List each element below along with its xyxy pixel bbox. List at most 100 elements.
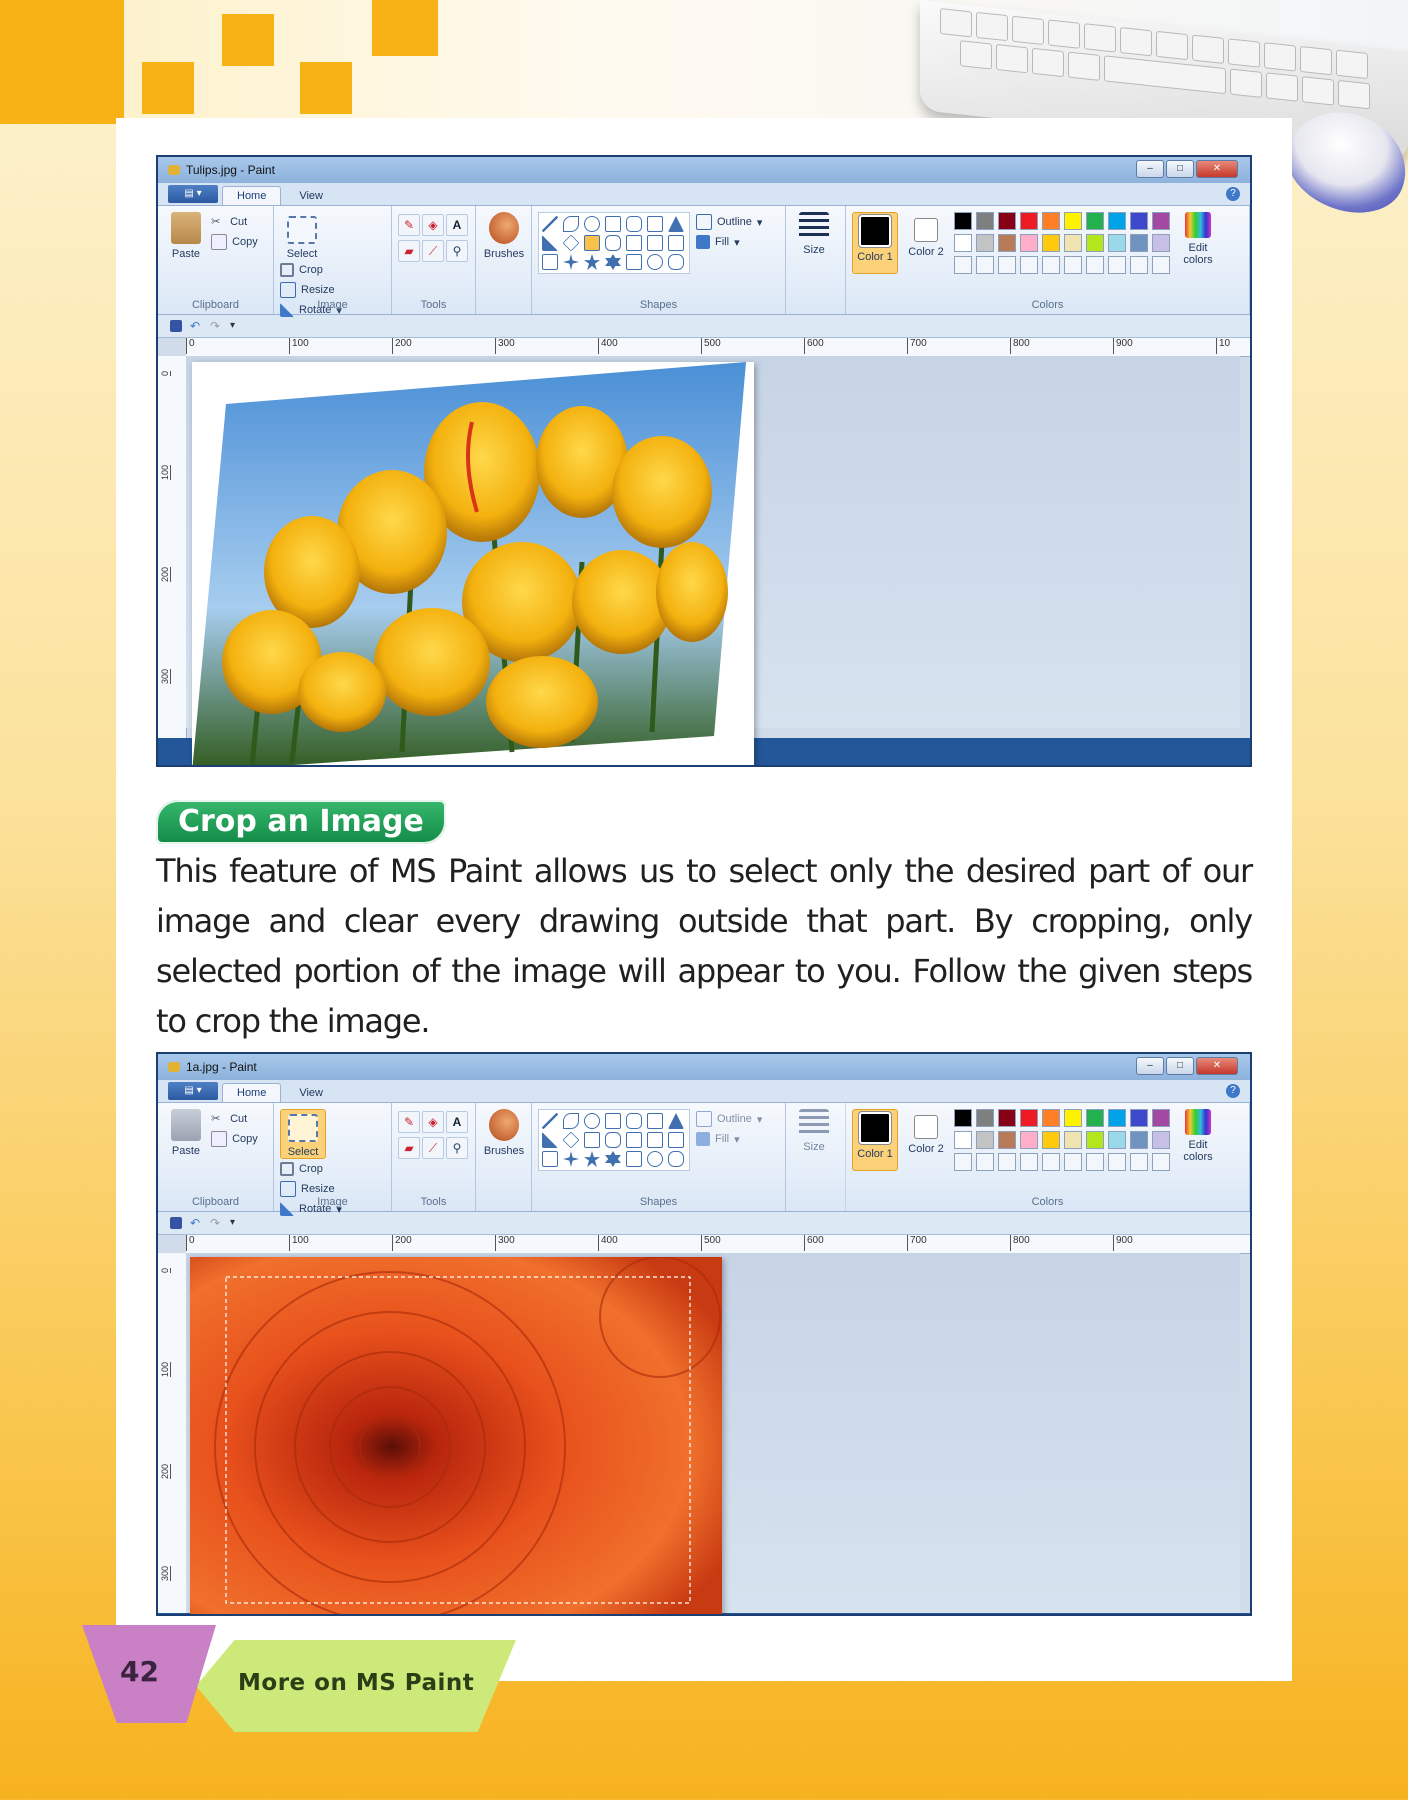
edit-colors-button[interactable]: Edit colors bbox=[1176, 1109, 1220, 1171]
empty-color-slot[interactable] bbox=[1108, 256, 1126, 274]
color-swatch[interactable] bbox=[976, 212, 994, 230]
color-swatch[interactable] bbox=[954, 234, 972, 252]
copy-button[interactable]: Copy bbox=[211, 1129, 258, 1149]
customize-qat-icon[interactable]: ▾ bbox=[230, 320, 242, 332]
fill-bucket-icon[interactable]: ◈ bbox=[422, 1111, 444, 1133]
tab-home[interactable]: Home bbox=[222, 186, 282, 205]
triangle-shape-icon[interactable] bbox=[668, 1113, 684, 1129]
paint-menu-button[interactable]: ▤ ▾ bbox=[168, 185, 218, 203]
color-swatch[interactable] bbox=[1042, 234, 1060, 252]
maximize-button[interactable]: □ bbox=[1166, 1057, 1194, 1075]
down-arrow-icon[interactable] bbox=[542, 254, 558, 270]
color-swatch[interactable] bbox=[976, 1131, 994, 1149]
crop-button[interactable]: Crop bbox=[280, 1159, 342, 1179]
curve-shape-icon[interactable] bbox=[563, 1113, 579, 1129]
color-swatch[interactable] bbox=[998, 1109, 1016, 1127]
diamond-shape-icon[interactable] bbox=[562, 1131, 580, 1149]
color-swatch[interactable] bbox=[1108, 212, 1126, 230]
color-swatch[interactable] bbox=[1130, 1109, 1148, 1127]
select-button[interactable]: Select bbox=[280, 212, 324, 260]
color-swatch[interactable] bbox=[1042, 1109, 1060, 1127]
color-swatch[interactable] bbox=[1152, 234, 1170, 252]
color-swatch[interactable] bbox=[1042, 212, 1060, 230]
help-icon[interactable]: ? bbox=[1226, 187, 1240, 201]
color-swatch[interactable] bbox=[1152, 1109, 1170, 1127]
fill-dropdown[interactable]: Fill ▾ bbox=[696, 232, 762, 252]
color-picker-icon[interactable]: ⟋ bbox=[422, 240, 444, 262]
empty-color-slot[interactable] bbox=[998, 1153, 1016, 1171]
customize-qat-icon[interactable]: ▾ bbox=[230, 1217, 242, 1229]
empty-color-slot[interactable] bbox=[1042, 256, 1060, 274]
color-picker-icon[interactable]: ⟋ bbox=[422, 1137, 444, 1159]
empty-color-slot[interactable] bbox=[1130, 256, 1148, 274]
right-triangle-icon[interactable] bbox=[542, 235, 558, 251]
empty-color-slot[interactable] bbox=[1042, 1153, 1060, 1171]
tab-home[interactable]: Home bbox=[222, 1083, 282, 1102]
color-swatch[interactable] bbox=[1020, 1131, 1038, 1149]
left-arrow-icon[interactable] bbox=[647, 1132, 663, 1148]
line-shape-icon[interactable] bbox=[542, 216, 558, 232]
four-point-star-icon[interactable] bbox=[563, 254, 579, 270]
color-swatch[interactable] bbox=[998, 234, 1016, 252]
outline-dropdown[interactable]: Outline ▾ bbox=[696, 212, 762, 232]
empty-color-slot[interactable] bbox=[1152, 1153, 1170, 1171]
color-swatch[interactable] bbox=[1130, 212, 1148, 230]
eraser-icon[interactable]: ▰ bbox=[398, 1137, 420, 1159]
color-swatch[interactable] bbox=[1108, 234, 1126, 252]
diamond-shape-icon[interactable] bbox=[562, 234, 580, 252]
size-button[interactable]: Size bbox=[792, 212, 836, 256]
callout-cloud-icon[interactable] bbox=[668, 1151, 684, 1167]
pentagon-shape-icon[interactable] bbox=[584, 235, 600, 251]
color2-button[interactable]: Color 2 bbox=[904, 1109, 948, 1171]
brushes-button[interactable]: Brushes bbox=[482, 1109, 526, 1157]
fill-dropdown[interactable]: Fill ▾ bbox=[696, 1129, 762, 1149]
color-swatch[interactable] bbox=[1086, 234, 1104, 252]
pencil-icon[interactable]: ✎ bbox=[398, 1111, 420, 1133]
five-point-star-icon[interactable] bbox=[584, 1151, 600, 1167]
color-swatch[interactable] bbox=[1064, 212, 1082, 230]
magnifier-icon[interactable]: ⚲ bbox=[446, 240, 468, 262]
six-point-star-icon[interactable] bbox=[605, 1151, 621, 1167]
curve-shape-icon[interactable] bbox=[563, 216, 579, 232]
color-swatch[interactable] bbox=[1086, 212, 1104, 230]
tab-view[interactable]: View bbox=[285, 187, 337, 205]
minimize-button[interactable]: – bbox=[1136, 1057, 1164, 1075]
empty-color-slot[interactable] bbox=[1020, 1153, 1038, 1171]
color-swatch[interactable] bbox=[1064, 234, 1082, 252]
empty-color-slot[interactable] bbox=[1064, 256, 1082, 274]
cut-button[interactable]: ✂ Cut bbox=[211, 1109, 258, 1129]
paint-canvas[interactable] bbox=[190, 1257, 722, 1614]
callout-oval-icon[interactable] bbox=[647, 1151, 663, 1167]
redo-icon[interactable]: ↷ bbox=[210, 320, 222, 332]
empty-color-slot[interactable] bbox=[1020, 256, 1038, 274]
color2-button[interactable]: Color 2 bbox=[904, 212, 948, 274]
size-button[interactable]: Size bbox=[792, 1109, 836, 1153]
text-tool-icon[interactable]: A bbox=[446, 214, 468, 236]
color1-button[interactable]: Color 1 bbox=[852, 212, 898, 274]
tab-view[interactable]: View bbox=[285, 1084, 337, 1102]
oval-shape-icon[interactable] bbox=[584, 1113, 600, 1129]
save-icon[interactable] bbox=[170, 1217, 182, 1229]
right-triangle-icon[interactable] bbox=[542, 1132, 558, 1148]
maximize-button[interactable]: □ bbox=[1166, 160, 1194, 178]
empty-color-slot[interactable] bbox=[1086, 256, 1104, 274]
color-swatch[interactable] bbox=[976, 234, 994, 252]
pentagon-shape-icon[interactable] bbox=[584, 1132, 600, 1148]
empty-color-slot[interactable] bbox=[1086, 1153, 1104, 1171]
color-swatch[interactable] bbox=[1130, 1131, 1148, 1149]
line-shape-icon[interactable] bbox=[542, 1113, 558, 1129]
brushes-button[interactable]: Brushes bbox=[482, 212, 526, 260]
save-icon[interactable] bbox=[170, 320, 182, 332]
pencil-icon[interactable]: ✎ bbox=[398, 214, 420, 236]
color-swatch[interactable] bbox=[1108, 1131, 1126, 1149]
edit-colors-button[interactable]: Edit colors bbox=[1176, 212, 1220, 274]
color1-button[interactable]: Color 1 bbox=[852, 1109, 898, 1171]
eraser-icon[interactable]: ▰ bbox=[398, 240, 420, 262]
callout-rect-icon[interactable] bbox=[626, 1151, 642, 1167]
fill-bucket-icon[interactable]: ◈ bbox=[422, 214, 444, 236]
down-arrow-icon[interactable] bbox=[542, 1151, 558, 1167]
color-swatch[interactable] bbox=[954, 1109, 972, 1127]
up-arrow-icon[interactable] bbox=[668, 1132, 684, 1148]
callout-cloud-icon[interactable] bbox=[668, 254, 684, 270]
empty-color-slot[interactable] bbox=[954, 1153, 972, 1171]
